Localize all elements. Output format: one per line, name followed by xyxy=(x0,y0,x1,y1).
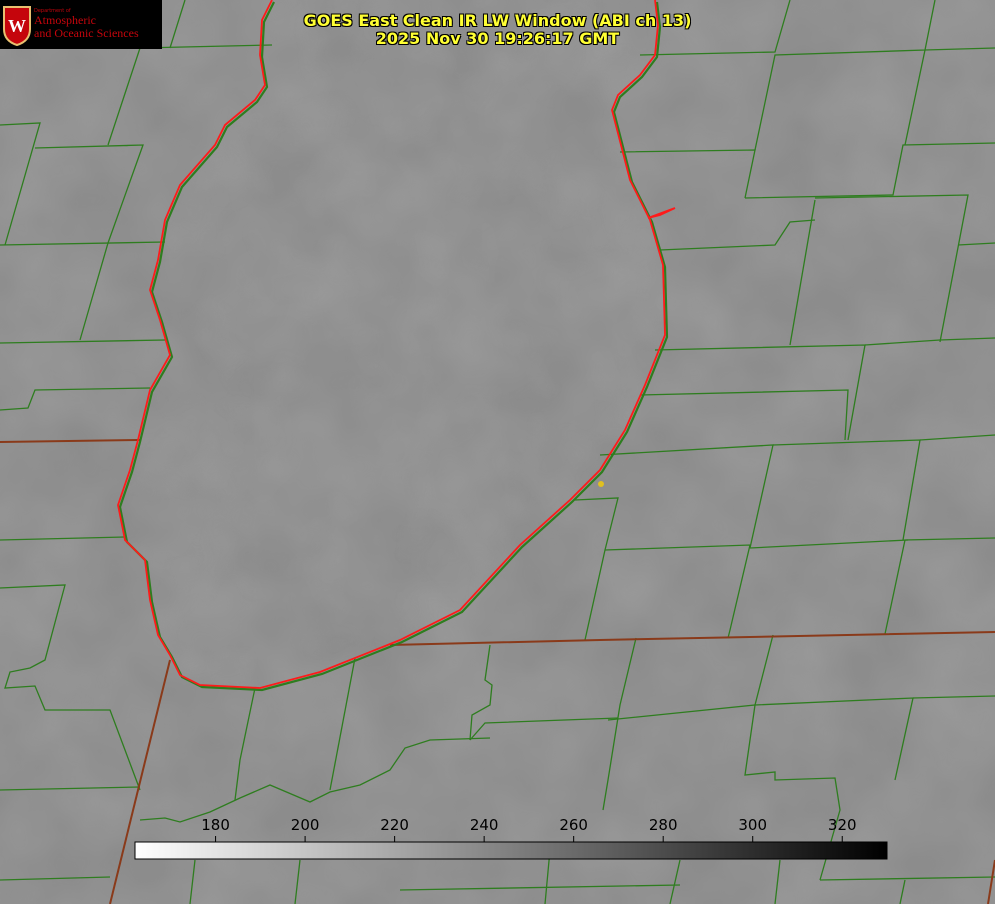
location-marker xyxy=(598,481,604,487)
satellite-map xyxy=(0,0,995,904)
colorbar xyxy=(134,841,888,860)
colorbar-tick-label: 320 xyxy=(827,816,857,834)
colorbar-tick-label: 180 xyxy=(201,816,230,834)
image-title: GOES East Clean IR LW Window (ABI ch 13) xyxy=(303,11,692,30)
colorbar-tick-label: 300 xyxy=(738,816,768,834)
colorbar-tick-label: 260 xyxy=(559,816,588,834)
colorbar-tick-label: 200 xyxy=(290,816,320,834)
colorbar-tick-label: 220 xyxy=(380,816,409,834)
colorbar-tick-label: 280 xyxy=(648,816,678,834)
image-timestamp: 2025 Nov 30 19:26:17 GMT xyxy=(375,29,620,48)
colorbar-tick-label: 240 xyxy=(469,816,499,834)
